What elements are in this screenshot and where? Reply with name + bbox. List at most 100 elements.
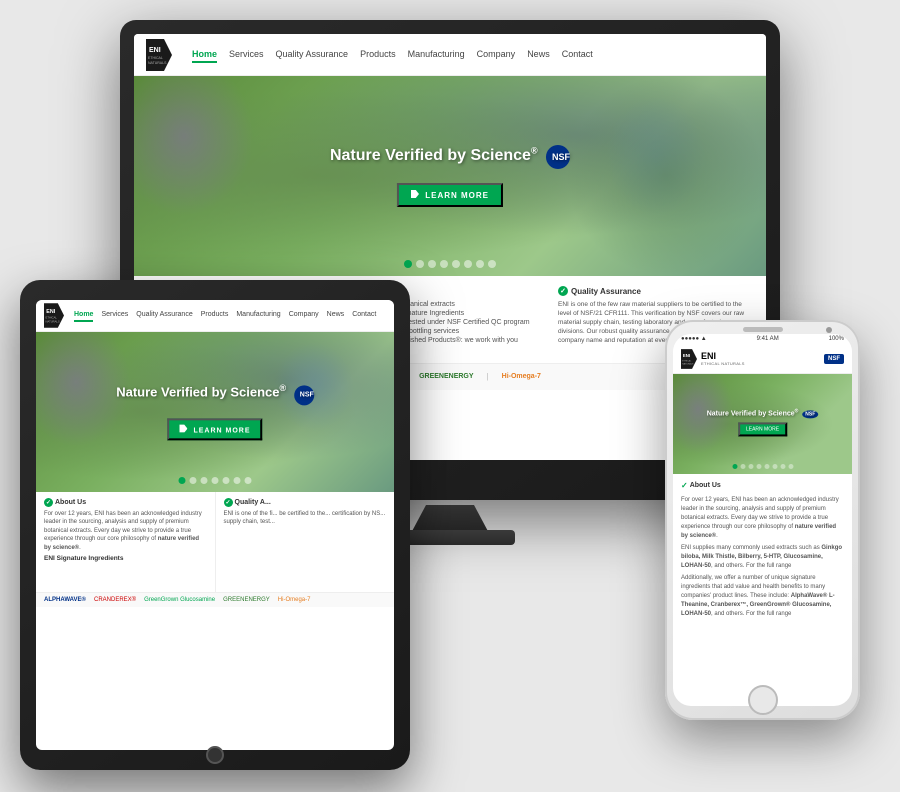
- tablet-frame: ENI ETHICAL NATURALS Home Services Quali…: [20, 280, 410, 770]
- tablet-content-split: ✓ About Us For over 12 years, ENI has be…: [36, 492, 394, 592]
- tablet-nav-company[interactable]: Company: [289, 309, 319, 322]
- phone-dot-3[interactable]: [748, 464, 753, 469]
- phone-about-p1: For over 12 years, ENI has been an ackno…: [681, 496, 844, 541]
- tablet-dot-4[interactable]: [212, 477, 219, 484]
- svg-text:ENI: ENI: [683, 353, 690, 358]
- hero-dot-2[interactable]: [416, 260, 424, 268]
- phone-dot-5[interactable]: [764, 464, 769, 469]
- tablet-brand-alphawave: ALPHAWAVE®: [44, 597, 86, 603]
- monitor-logo: ENI ETHICAL NATURALS: [146, 39, 172, 71]
- tablet-quality-title: ✓ Quality A...: [224, 498, 387, 507]
- phone-content: ✓ About Us For over 12 years, ENI has be…: [673, 474, 852, 628]
- phone-dot-8[interactable]: [788, 464, 793, 469]
- tablet-nav-products[interactable]: Products: [201, 309, 229, 322]
- tablet-about-title: ✓ About Us: [44, 498, 207, 507]
- phone-logo-sub: ETHICAL NATURALS: [701, 361, 824, 366]
- logo-icon: ENI ETHICAL NATURALS: [146, 39, 172, 71]
- svg-text:ETHICAL: ETHICAL: [148, 56, 163, 60]
- svg-text:NATURALS: NATURALS: [682, 362, 694, 365]
- hero-dot-6[interactable]: [464, 260, 472, 268]
- svg-text:NATURALS: NATURALS: [148, 61, 167, 65]
- phone-hero-dots: [732, 464, 793, 469]
- hero-dot-4[interactable]: [440, 260, 448, 268]
- tablet-brands: ALPHAWAVE® CRANDEREX® GreenGrown Glucosa…: [36, 592, 394, 607]
- nav-quality[interactable]: Quality Assurance: [276, 47, 349, 63]
- tablet-about-services: ✓ About Us For over 12 years, ENI has be…: [36, 492, 216, 592]
- hero-text-container: Nature Verified by Science® NSF LEARN MO…: [330, 145, 570, 207]
- phone-hero: Nature Verified by Science® NSF LEARN MO…: [673, 374, 852, 474]
- nav-news[interactable]: News: [527, 47, 550, 63]
- nav-services[interactable]: Services: [229, 47, 264, 63]
- hero-dot-5[interactable]: [452, 260, 460, 268]
- tablet-hero-headline: Nature Verified by Science® NSF: [116, 385, 314, 400]
- tablet-home-button[interactable]: [206, 746, 224, 764]
- hero-headline-text: Nature Verified by Science® NSF: [330, 147, 570, 164]
- hero-dot-8[interactable]: [488, 260, 496, 268]
- phone-frame: ●●●●● ▲ 9:41 AM 100% ENI ETHICAL NATURAL…: [665, 320, 860, 720]
- tablet-logo: ENI ETHICAL NATURALS: [44, 303, 64, 328]
- phone-dot-6[interactable]: [772, 464, 777, 469]
- tablet-dot-2[interactable]: [190, 477, 197, 484]
- tablet-logo-icon: ENI ETHICAL NATURALS: [44, 303, 64, 328]
- quality-title: ✓ Quality Assurance: [558, 286, 754, 296]
- tablet-dot-1[interactable]: [179, 477, 186, 484]
- phone-logo-text-group: ENI ETHICAL NATURALS: [701, 352, 824, 366]
- tablet-nav-home[interactable]: Home: [74, 309, 93, 322]
- tablet-quality-icon: ✓: [224, 498, 233, 507]
- phone-battery: 100%: [829, 336, 844, 342]
- phone-screen: ●●●●● ▲ 9:41 AM 100% ENI ETHICAL NATURAL…: [673, 334, 852, 706]
- phone-about-p2: ENI supplies many commonly used extracts…: [681, 544, 844, 571]
- hero-carousel-dots: [404, 260, 496, 268]
- phone-logo-icon: ENI ETHICAL NATURALS: [681, 349, 697, 369]
- hero-cta-icon: [411, 190, 419, 198]
- tablet-nav-news[interactable]: News: [327, 309, 345, 322]
- tablet-nav-quality[interactable]: Quality Assurance: [136, 309, 192, 322]
- tablet-dot-7[interactable]: [245, 477, 252, 484]
- nav-products[interactable]: Products: [360, 47, 396, 63]
- monitor-hero: Nature Verified by Science® NSF LEARN MO…: [134, 76, 766, 276]
- phone-nav: ENI ETHICAL NATURALS ENI ETHICAL NATURAL…: [673, 344, 852, 374]
- nav-home[interactable]: Home: [192, 47, 217, 63]
- tablet-nav-manufacturing[interactable]: Manufacturing: [236, 309, 280, 322]
- tablet-hero: Nature Verified by Science® NSF LEARN MO…: [36, 332, 394, 492]
- phone-learn-more-button[interactable]: LEARN MORE: [738, 423, 787, 437]
- phone-home-button[interactable]: [748, 685, 778, 715]
- tablet-brand-greenenergy: GREENENERGY: [223, 597, 270, 603]
- brand-greenenergy: GREENENERGY: [414, 371, 478, 382]
- hero-dot-1[interactable]: [404, 260, 412, 268]
- monitor-nav-links: Home Services Quality Assurance Products…: [192, 47, 754, 63]
- phone-dot-2[interactable]: [740, 464, 745, 469]
- tablet-hero-text: Nature Verified by Science® NSF LEARN MO…: [116, 383, 314, 440]
- tablet-nav-contact[interactable]: Contact: [352, 309, 376, 322]
- tablet-about-icon: ✓: [44, 498, 53, 507]
- tablet-signature: ENI Signature Ingredients: [44, 555, 207, 562]
- phone-status-icons: ●●●●● ▲: [681, 336, 707, 342]
- hero-dot-7[interactable]: [476, 260, 484, 268]
- tablet-nav-services[interactable]: Services: [101, 309, 128, 322]
- tablet-dot-3[interactable]: [201, 477, 208, 484]
- nav-contact[interactable]: Contact: [562, 47, 593, 63]
- nav-manufacturing[interactable]: Manufacturing: [408, 47, 465, 63]
- phone-hero-text: Nature Verified by Science® NSF LEARN MO…: [707, 408, 819, 436]
- brand-separator-4: |: [487, 372, 489, 381]
- tablet-nav-links: Home Services Quality Assurance Products…: [74, 309, 386, 322]
- nav-company[interactable]: Company: [477, 47, 516, 63]
- phone-status-bar: ●●●●● ▲ 9:41 AM 100%: [673, 334, 852, 344]
- tablet-quality: ✓ Quality A... ENI is one of the fi... b…: [216, 492, 395, 592]
- tablet-device: ENI ETHICAL NATURALS Home Services Quali…: [20, 280, 410, 770]
- tablet-brand-cranderex: CRANDEREX®: [94, 597, 136, 603]
- phone-dot-1[interactable]: [732, 464, 737, 469]
- svg-text:NATURALS: NATURALS: [46, 319, 60, 323]
- phone-dot-4[interactable]: [756, 464, 761, 469]
- hero-dot-3[interactable]: [428, 260, 436, 268]
- brand-hiomega: Hi-Omega-7: [497, 371, 546, 382]
- phone-speaker: [743, 327, 783, 332]
- hero-learn-more-button[interactable]: LEARN MORE: [397, 183, 503, 207]
- tablet-dot-5[interactable]: [223, 477, 230, 484]
- svg-text:ETHICAL: ETHICAL: [682, 359, 692, 362]
- phone-dot-7[interactable]: [780, 464, 785, 469]
- svg-text:ETHICAL: ETHICAL: [46, 316, 58, 320]
- nsf-badge: NSF: [546, 145, 570, 169]
- tablet-learn-more-button[interactable]: LEARN MORE: [168, 419, 263, 441]
- tablet-dot-6[interactable]: [234, 477, 241, 484]
